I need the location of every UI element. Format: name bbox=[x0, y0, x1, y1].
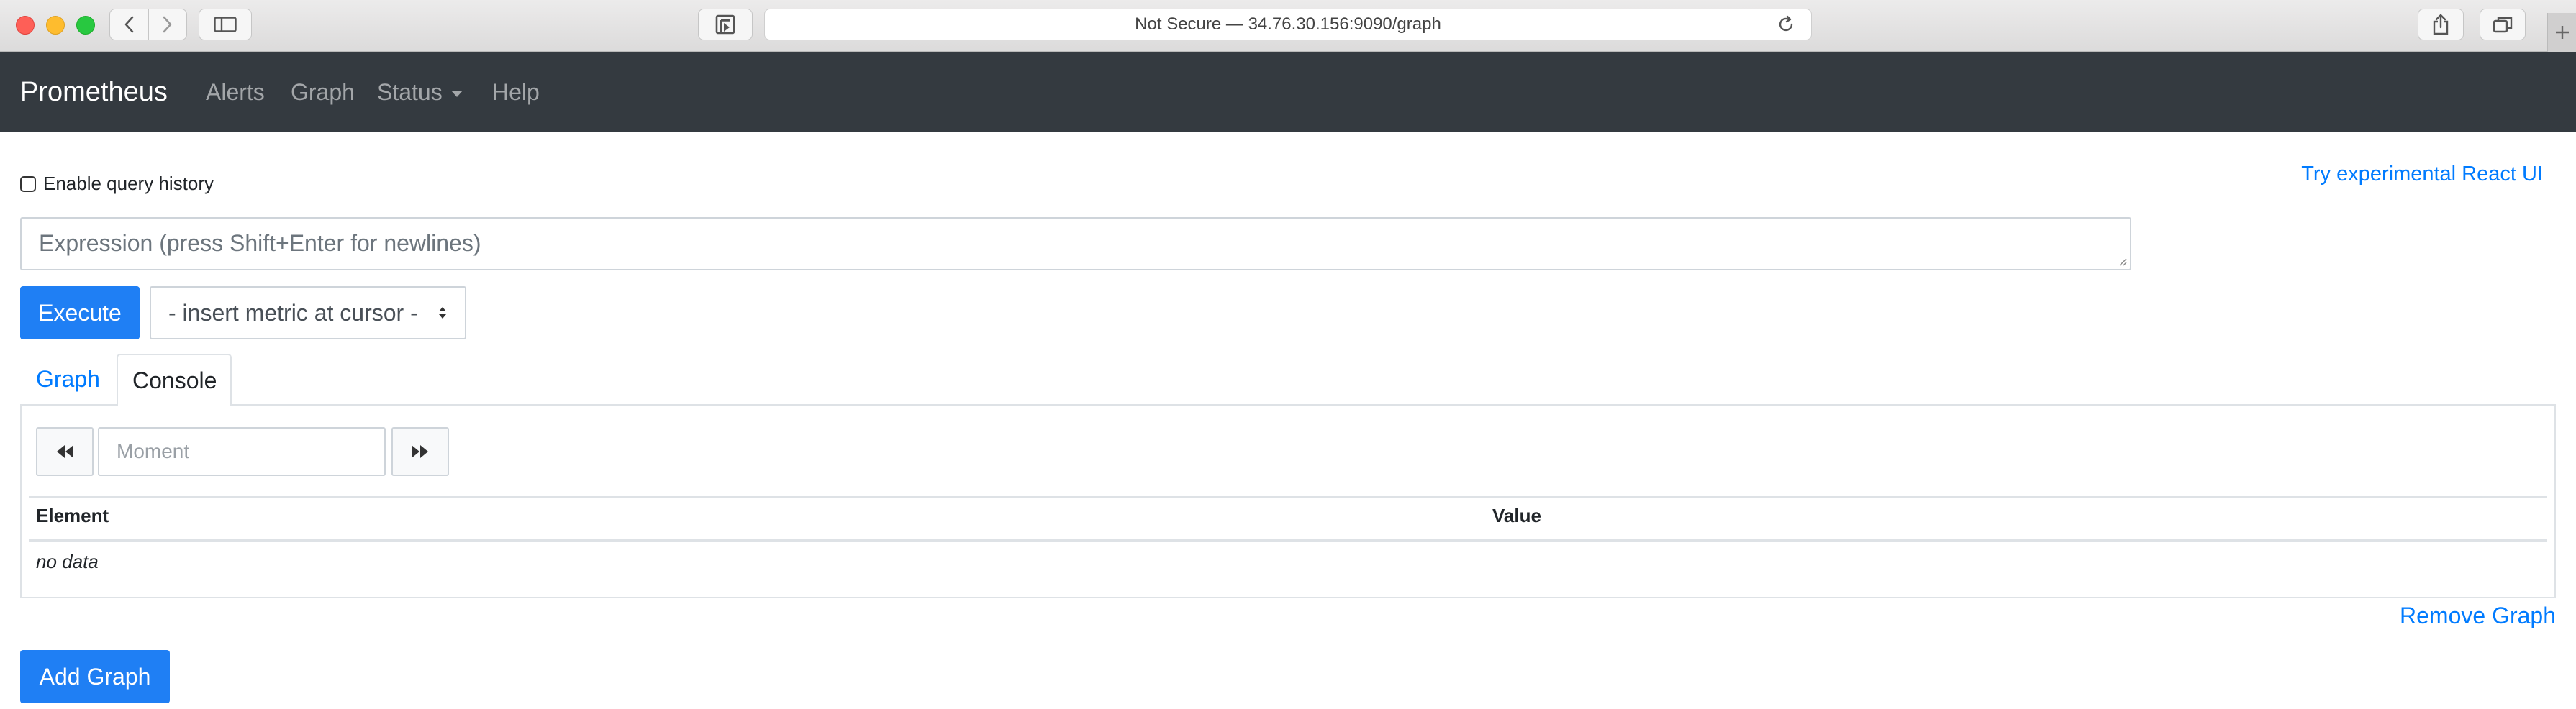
chevron-left-icon bbox=[125, 16, 134, 33]
nav-status-label: Status bbox=[377, 78, 443, 105]
expression-input[interactable]: Expression (press Shift+Enter for newlin… bbox=[20, 217, 2131, 270]
fullscreen-window-button[interactable] bbox=[76, 16, 95, 35]
new-tab-button[interactable] bbox=[2547, 13, 2576, 52]
query-history-toggle[interactable]: Enable query history bbox=[20, 173, 214, 195]
react-ui-link[interactable]: Try experimental React UI bbox=[2301, 163, 2543, 186]
table-top-border bbox=[29, 496, 2547, 498]
moment-forward-button[interactable] bbox=[391, 427, 449, 476]
insert-metric-select[interactable]: - insert metric at cursor - bbox=[150, 286, 466, 339]
select-arrows-icon bbox=[439, 307, 446, 319]
forward-button[interactable] bbox=[148, 9, 186, 40]
moment-back-button[interactable] bbox=[36, 427, 94, 476]
chevron-right-icon bbox=[163, 16, 172, 33]
plus-icon bbox=[2555, 26, 2569, 39]
query-history-checkbox[interactable] bbox=[20, 175, 36, 192]
query-history-label: Enable query history bbox=[43, 173, 214, 194]
reader-icon bbox=[715, 14, 735, 35]
browser-toolbar: Not Secure — 34.76.30.156:9090/graph bbox=[0, 0, 2576, 52]
empty-result-text: no data bbox=[36, 551, 99, 572]
caret-down-icon bbox=[450, 90, 463, 97]
close-window-button[interactable] bbox=[16, 16, 35, 35]
execute-button[interactable]: Execute bbox=[20, 286, 140, 339]
tabs-icon bbox=[2493, 17, 2513, 33]
brand-link[interactable]: Prometheus bbox=[20, 77, 168, 108]
expression-placeholder: Expression (press Shift+Enter for newlin… bbox=[39, 230, 481, 256]
back-button[interactable] bbox=[110, 9, 148, 40]
navbar: Prometheus Alerts Graph Status Help bbox=[0, 52, 2576, 132]
tab-console[interactable]: Console bbox=[117, 354, 232, 406]
column-header-value: Value bbox=[1492, 505, 1541, 526]
nav-help[interactable]: Help bbox=[492, 79, 540, 106]
tab-graph[interactable]: Graph bbox=[22, 354, 114, 404]
moment-input[interactable]: Moment bbox=[98, 427, 386, 476]
sidebar-toggle-button[interactable] bbox=[199, 9, 252, 40]
address-text: Not Secure — 34.76.30.156:9090/graph bbox=[1135, 14, 1441, 34]
nav-status-dropdown[interactable]: Status bbox=[377, 79, 463, 106]
share-button[interactable] bbox=[2418, 9, 2464, 40]
minimize-window-button[interactable] bbox=[46, 16, 65, 35]
sidebar-icon bbox=[214, 17, 237, 32]
add-graph-button[interactable]: Add Graph bbox=[20, 650, 170, 703]
tab-overview-button[interactable] bbox=[2480, 9, 2526, 40]
column-header-element: Element bbox=[36, 505, 109, 526]
remove-graph-link[interactable]: Remove Graph bbox=[2400, 603, 2556, 629]
nav-graph[interactable]: Graph bbox=[291, 79, 355, 106]
backward-icon bbox=[57, 445, 73, 458]
history-nav-group bbox=[109, 9, 187, 40]
resize-handle-icon[interactable] bbox=[2117, 256, 2127, 266]
reader-button[interactable] bbox=[698, 9, 753, 40]
insert-metric-value: - insert metric at cursor - bbox=[168, 299, 418, 326]
forward-icon bbox=[412, 445, 428, 458]
reload-icon[interactable] bbox=[1777, 15, 1795, 34]
address-bar[interactable]: Not Secure — 34.76.30.156:9090/graph bbox=[764, 9, 1812, 40]
share-icon bbox=[2433, 14, 2449, 35]
table-header-border bbox=[29, 539, 2547, 542]
nav-alerts[interactable]: Alerts bbox=[206, 79, 265, 106]
moment-placeholder: Moment bbox=[117, 440, 190, 462]
